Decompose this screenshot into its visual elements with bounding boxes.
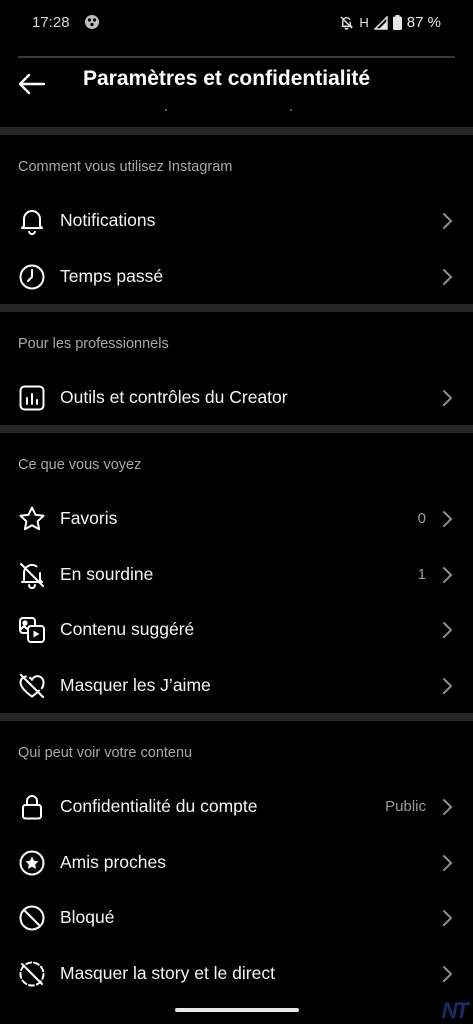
row-close-friends[interactable]: Amis proches xyxy=(0,836,473,890)
row-account-privacy[interactable]: Confidentialité du compte Public xyxy=(0,780,473,834)
row-time-spent[interactable]: Temps passé xyxy=(0,250,473,304)
row-label: Outils et contrôles du Creator xyxy=(60,387,288,407)
row-label: Amis proches xyxy=(60,852,167,872)
chevron-right-icon xyxy=(443,855,453,871)
story-off-icon xyxy=(18,960,46,988)
row-notifications[interactable]: Notifications xyxy=(0,194,473,248)
row-favorites[interactable]: Favoris 0 xyxy=(0,492,473,546)
section-title-what-you-see: Ce que vous voyez xyxy=(18,457,142,473)
clock-icon xyxy=(18,263,46,291)
chevron-right-icon xyxy=(443,567,453,583)
row-label: Contenu suggéré xyxy=(60,619,195,639)
chevron-right-icon xyxy=(443,966,453,982)
status-bar: 17:28 H 87 % xyxy=(0,0,473,46)
battery-level: 87 % xyxy=(406,14,441,31)
section-divider xyxy=(0,713,473,721)
chart-icon xyxy=(18,384,46,412)
back-button[interactable] xyxy=(16,68,48,100)
row-value: Public xyxy=(385,798,426,815)
row-label: Bloqué xyxy=(60,907,115,927)
section-divider xyxy=(0,425,473,433)
arrow-left-icon xyxy=(18,73,46,95)
section-divider xyxy=(0,304,473,312)
chevron-right-icon xyxy=(443,511,453,527)
signal-icon xyxy=(373,15,388,30)
chevron-right-icon xyxy=(443,390,453,406)
suggested-content-icon xyxy=(18,616,46,644)
chevron-right-icon xyxy=(443,269,453,285)
row-label: Favoris xyxy=(60,508,118,528)
chevron-right-icon xyxy=(443,799,453,815)
section-title-professionals: Pour les professionnels xyxy=(18,336,169,352)
row-blocked[interactable]: Bloqué xyxy=(0,891,473,945)
row-label: Masquer les J’aime xyxy=(60,675,211,695)
network-type: H xyxy=(359,15,369,30)
row-label: Confidentialité du compte xyxy=(60,796,258,816)
close-friends-star-icon xyxy=(18,849,46,877)
page-title: Paramètres et confidentialité xyxy=(83,67,371,90)
row-value: 1 xyxy=(417,566,426,583)
lock-icon xyxy=(18,793,46,821)
notifications-off-icon xyxy=(339,15,354,30)
muted-bell-icon xyxy=(18,561,46,589)
bell-icon xyxy=(18,207,46,235)
watermark-logo: NT xyxy=(441,998,469,1023)
row-label: Masquer la story et le direct xyxy=(60,963,275,983)
heart-off-icon xyxy=(18,672,46,700)
star-icon xyxy=(18,505,46,533)
chevron-right-icon xyxy=(443,213,453,229)
row-suggested-content[interactable]: Contenu suggéré xyxy=(0,603,473,657)
section-title-usage: Comment vous utilisez Instagram xyxy=(18,159,233,175)
app-notification-icon xyxy=(84,14,100,30)
chevron-right-icon xyxy=(443,622,453,638)
row-value: 0 xyxy=(417,510,426,527)
chevron-right-icon xyxy=(443,678,453,694)
row-hide-story-live[interactable]: Masquer la story et le direct xyxy=(0,947,473,1001)
section-title-who-can-see: Qui peut voir votre contenu xyxy=(18,745,193,761)
row-creator-tools[interactable]: Outils et contrôles du Creator xyxy=(0,371,473,425)
status-time: 17:28 xyxy=(32,14,70,31)
status-indicators: H 87 % xyxy=(339,14,441,31)
header-partial-text xyxy=(165,109,292,111)
chevron-right-icon xyxy=(443,910,453,926)
row-label: Notifications xyxy=(60,210,156,230)
header: Paramètres et confidentialité xyxy=(0,58,473,124)
section-divider xyxy=(0,127,473,135)
battery-icon xyxy=(392,15,402,30)
home-indicator[interactable] xyxy=(175,1008,299,1012)
row-muted[interactable]: En sourdine 1 xyxy=(0,548,473,602)
row-label: En sourdine xyxy=(60,564,154,584)
blocked-icon xyxy=(18,904,46,932)
row-label: Temps passé xyxy=(60,266,164,286)
row-hide-likes[interactable]: Masquer les J’aime xyxy=(0,659,473,713)
